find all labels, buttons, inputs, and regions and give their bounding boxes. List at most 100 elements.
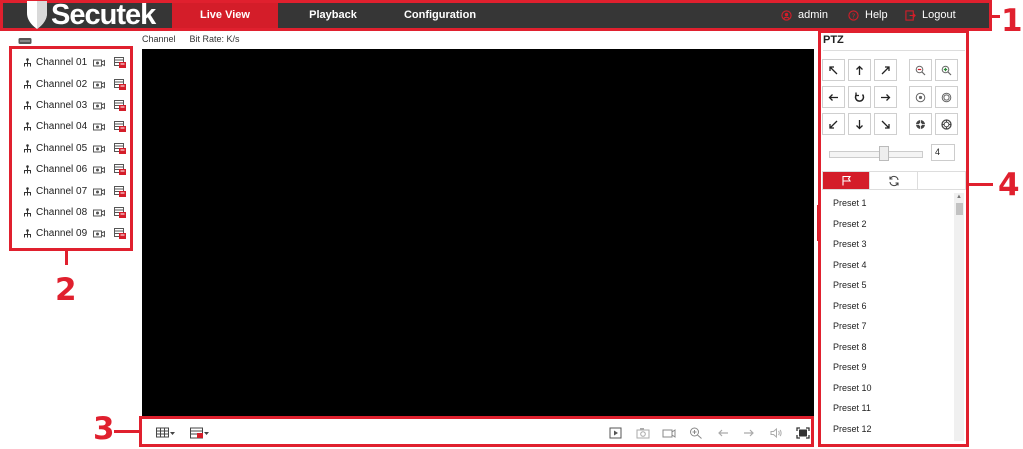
top-navigation-bar: Secutek Live View Playback Configuration… xyxy=(0,0,992,31)
record-icon[interactable] xyxy=(662,427,676,439)
preset-item[interactable]: Preset 1 xyxy=(822,193,966,214)
channel-record-icon[interactable] xyxy=(93,208,105,217)
ptz-up-right-button[interactable] xyxy=(874,59,897,81)
ptz-speed-slider-handle[interactable] xyxy=(879,146,889,161)
focus-far-button[interactable] xyxy=(935,86,958,108)
volume-icon[interactable] xyxy=(769,427,783,439)
preset-item[interactable]: Preset 6 xyxy=(822,296,966,317)
digital-zoom-icon[interactable] xyxy=(689,427,703,439)
preset-item[interactable]: Preset 7 xyxy=(822,316,966,337)
channel-record-icon[interactable] xyxy=(93,58,105,67)
callout-1: 1 xyxy=(1001,3,1023,39)
channel-stream-icon[interactable] xyxy=(114,99,126,111)
preset-item[interactable]: Preset 3 xyxy=(822,234,966,255)
preset-item[interactable]: Preset 5 xyxy=(822,275,966,296)
preset-item[interactable]: Preset 11 xyxy=(822,398,966,419)
capture-icon[interactable] xyxy=(636,427,650,439)
channel-record-icon[interactable] xyxy=(93,122,105,131)
iris-open-button[interactable] xyxy=(935,113,958,135)
channel-record-icon[interactable] xyxy=(93,229,105,238)
channel-record-icon[interactable] xyxy=(93,165,105,174)
zoom-in-button[interactable] xyxy=(935,59,958,81)
channel-row[interactable]: Channel 08 xyxy=(12,202,130,223)
tab-live-view[interactable]: Live View xyxy=(172,3,278,28)
preset-item[interactable]: Preset 8 xyxy=(822,337,966,358)
channel-stream-icon[interactable] xyxy=(114,57,126,69)
callout-4: 4 xyxy=(998,167,1020,203)
ptz-up-left-button[interactable] xyxy=(822,59,845,81)
channel-tree-icon xyxy=(24,101,31,110)
scroll-up-arrow[interactable]: ▲ xyxy=(956,194,962,200)
focus-near-icon xyxy=(915,92,926,102)
preset-item[interactable]: Preset 10 xyxy=(822,378,966,399)
channel-row[interactable]: Channel 02 xyxy=(12,73,130,94)
channel-tree-icon xyxy=(24,229,31,238)
channel-row[interactable]: Channel 05 xyxy=(12,138,130,159)
channel-stream-icon[interactable] xyxy=(114,121,126,133)
channel-stream-icon[interactable] xyxy=(114,185,126,197)
ptz-tabs xyxy=(822,171,966,190)
channel-list: Channel 01 Channel 02 Channel 03 Channel 04… xyxy=(9,46,133,251)
tab-patrols[interactable] xyxy=(870,172,918,189)
help-label: Help xyxy=(865,9,888,21)
channel-row[interactable]: Channel 04 xyxy=(12,116,130,137)
channel-row[interactable]: Channel 01 xyxy=(12,52,130,73)
channel-row[interactable]: Channel 06 xyxy=(12,159,130,180)
channel-row[interactable]: Channel 09 xyxy=(12,223,130,244)
arrow-right-icon xyxy=(881,93,891,101)
logout-link[interactable]: Logout xyxy=(905,3,956,28)
tab-playback[interactable]: Playback xyxy=(281,3,385,28)
fullscreen-icon[interactable] xyxy=(796,427,810,439)
ptz-right-button[interactable] xyxy=(874,86,897,108)
ptz-auto-scan-button[interactable] xyxy=(848,86,871,108)
window-layout-icon[interactable] xyxy=(156,427,176,439)
channel-record-icon[interactable] xyxy=(93,187,105,196)
help-link[interactable]: ? Help xyxy=(848,3,888,28)
channel-label: Channel 05 xyxy=(36,142,88,154)
channel-label: Channel 08 xyxy=(36,206,88,218)
arrow-down-icon xyxy=(856,119,863,129)
channel-row[interactable]: Channel 03 xyxy=(12,95,130,116)
channel-stream-icon[interactable] xyxy=(114,164,126,176)
channel-record-icon[interactable] xyxy=(93,144,105,153)
username-label: admin xyxy=(798,9,828,21)
rotate-icon xyxy=(854,92,865,102)
preset-item[interactable]: Preset 2 xyxy=(822,214,966,235)
focus-near-button[interactable] xyxy=(909,86,932,108)
ptz-down-button[interactable] xyxy=(848,113,871,135)
channel-record-icon[interactable] xyxy=(93,80,105,89)
tab-pattern[interactable] xyxy=(918,172,965,189)
ptz-down-left-button[interactable] xyxy=(822,113,845,135)
ptz-speed-slider-track[interactable] xyxy=(829,151,923,158)
zoom-out-button[interactable] xyxy=(909,59,932,81)
channel-row[interactable]: Channel 07 xyxy=(12,180,130,201)
scrollbar-thumb[interactable] xyxy=(956,203,963,215)
user-menu[interactable]: admin xyxy=(781,3,828,28)
channel-stream-icon[interactable] xyxy=(114,142,126,154)
channel-record-icon[interactable] xyxy=(93,101,105,110)
channel-stream-icon[interactable] xyxy=(114,78,126,90)
ptz-left-button[interactable] xyxy=(822,86,845,108)
callout-4-line xyxy=(969,183,993,186)
channel-stream-icon[interactable] xyxy=(114,228,126,240)
callout-3: 3 xyxy=(93,411,115,447)
iris-close-button[interactable] xyxy=(909,113,932,135)
preset-list-scrollbar[interactable]: ▲ xyxy=(954,193,964,441)
stream-type-icon[interactable] xyxy=(190,427,210,439)
previous-page-icon[interactable] xyxy=(716,427,730,439)
channel-stream-icon[interactable] xyxy=(114,206,126,218)
preset-item[interactable]: Preset 9 xyxy=(822,357,966,378)
tab-presets[interactable] xyxy=(823,172,871,189)
preset-item[interactable]: Preset 12 xyxy=(822,419,966,440)
shield-logo-icon xyxy=(27,1,47,29)
ptz-down-right-button[interactable] xyxy=(874,113,897,135)
live-video-canvas[interactable] xyxy=(142,49,814,416)
preset-item[interactable]: Preset 4 xyxy=(822,255,966,276)
ptz-panel: PTZ 4 Preset 1 Preset 2 Preset 3 Preset 4 Pr… xyxy=(818,30,969,447)
ptz-up-button[interactable] xyxy=(848,59,871,81)
tab-configuration[interactable]: Configuration xyxy=(385,3,495,28)
next-page-icon[interactable] xyxy=(742,427,756,439)
play-all-icon[interactable] xyxy=(609,427,623,439)
channel-tree-icon xyxy=(24,58,31,67)
iris-close-icon xyxy=(916,119,925,129)
